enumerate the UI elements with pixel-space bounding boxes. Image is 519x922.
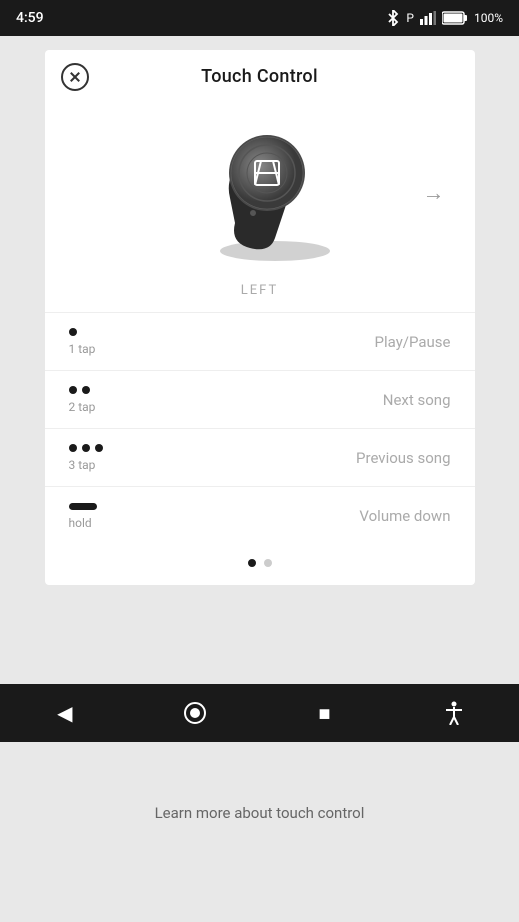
hold-bar <box>69 503 97 510</box>
pagination <box>45 545 475 585</box>
tap-indicator-2: 2 tap <box>69 386 139 414</box>
touch-control-card: Touch Control <box>45 50 475 585</box>
back-icon: ◀ <box>57 701 72 725</box>
next-earphone-arrow[interactable]: → <box>423 180 445 206</box>
tap-label-3: 3 tap <box>69 458 96 472</box>
control-row-3tap: 3 tap Previous song <box>45 429 475 487</box>
action-label-3: Previous song <box>356 449 450 467</box>
tap-label-hold: hold <box>69 516 92 530</box>
home-icon <box>183 701 207 725</box>
tap-indicator-1: 1 tap <box>69 328 139 356</box>
learn-more-text: Learn more about touch control <box>155 804 365 822</box>
accessibility-icon <box>443 701 465 725</box>
dot <box>82 386 90 394</box>
page-dot-1 <box>248 559 256 567</box>
back-button[interactable]: ◀ <box>45 693 85 733</box>
status-icons: P 100% <box>386 10 503 26</box>
dot <box>95 444 103 452</box>
home-button[interactable] <box>175 693 215 733</box>
control-row-1tap: 1 tap Play/Pause <box>45 313 475 371</box>
side-label: LEFT <box>45 283 475 312</box>
page-dot-2 <box>264 559 272 567</box>
tap-indicator-hold: hold <box>69 503 139 530</box>
signal-icon <box>420 11 436 25</box>
dot <box>82 444 90 452</box>
card-title: Touch Control <box>201 66 318 87</box>
controls-list: 1 tap Play/Pause 2 tap Next song <box>45 312 475 545</box>
action-label-2: Next song <box>383 391 451 409</box>
close-button[interactable] <box>61 63 89 91</box>
tap-label-1: 1 tap <box>69 342 96 356</box>
dot <box>69 444 77 452</box>
dots-2tap <box>69 386 90 394</box>
status-bar: 4:59 P 100% <box>0 0 519 36</box>
carrier-icon: P <box>406 11 414 25</box>
dots-1tap <box>69 328 77 336</box>
action-label-hold: Volume down <box>359 507 450 525</box>
action-label-1: Play/Pause <box>375 333 451 351</box>
earphone-area: → <box>45 103 475 283</box>
status-time: 4:59 <box>16 10 44 26</box>
earphone-image <box>175 113 345 263</box>
battery-percent: 100% <box>474 11 503 25</box>
bluetooth-icon <box>386 10 400 26</box>
dot <box>69 386 77 394</box>
accessibility-button[interactable] <box>434 693 474 733</box>
tap-indicator-3: 3 tap <box>69 444 139 472</box>
control-row-2tap: 2 tap Next song <box>45 371 475 429</box>
dots-3tap <box>69 444 103 452</box>
dot <box>69 328 77 336</box>
bottom-nav: ◀ ■ <box>0 684 519 742</box>
recents-icon: ■ <box>318 701 330 726</box>
recents-button[interactable]: ■ <box>304 693 344 733</box>
battery-icon <box>442 11 468 25</box>
control-row-hold: hold Volume down <box>45 487 475 545</box>
tap-label-2: 2 tap <box>69 400 96 414</box>
card-header: Touch Control <box>45 50 475 103</box>
